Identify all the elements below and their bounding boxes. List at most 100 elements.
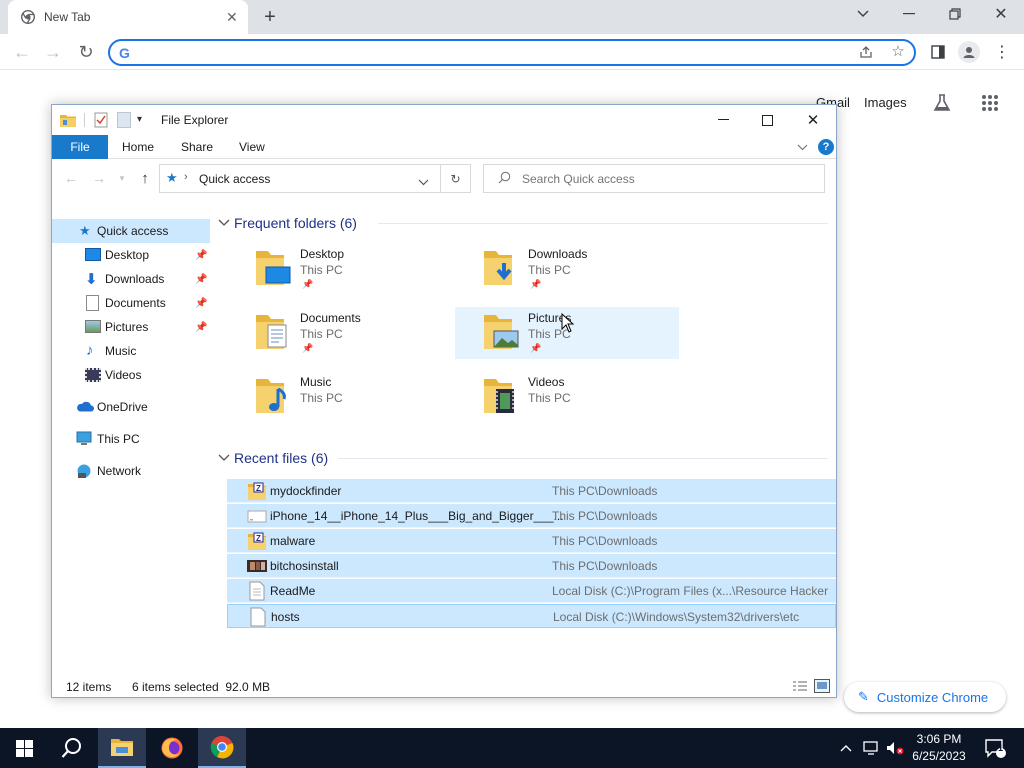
search-icon <box>498 171 512 185</box>
nav-item-quick-access[interactable]: ★ Quick access <box>52 219 210 243</box>
nav-item-desktop[interactable]: Desktop 📌 <box>52 243 210 267</box>
file-location: This PC\Downloads <box>552 484 658 498</box>
new-tab-plus-icon[interactable]: + <box>259 6 281 28</box>
images-link[interactable]: Images <box>864 95 907 110</box>
large-icons-view-icon[interactable] <box>814 679 830 693</box>
forward-arrow-icon[interactable]: → <box>43 42 63 62</box>
network-icon <box>76 463 92 479</box>
nav-item-network[interactable]: Network <box>52 459 210 483</box>
share-icon[interactable] <box>857 43 875 61</box>
pin-icon: 📌 <box>195 249 208 261</box>
omnibox-input[interactable] <box>138 44 838 61</box>
address-bar[interactable]: ★ › Quick access <box>159 164 441 193</box>
omnibox[interactable]: G ☆ <box>108 39 916 66</box>
search-input[interactable] <box>522 171 812 187</box>
zip-folder-icon: Z <box>248 482 266 500</box>
ribbon-tab-home[interactable]: Home <box>122 135 154 159</box>
side-panel-icon[interactable] <box>928 42 948 62</box>
nav-item-this-pc[interactable]: This PC <box>52 427 210 451</box>
file-location: Local Disk (C:)\Windows\System32\drivers… <box>553 610 800 624</box>
ribbon-tab-file[interactable]: File <box>52 135 108 159</box>
reload-icon[interactable]: ↻ <box>76 42 96 62</box>
explorer-minimize-icon[interactable] <box>712 110 734 130</box>
explorer-close-icon[interactable]: ✕ <box>802 110 824 130</box>
bookmark-star-icon[interactable]: ☆ <box>889 42 907 60</box>
chrome-tab-bar: New Tab ✕ + ✕ <box>0 0 1024 34</box>
close-tab-icon[interactable]: ✕ <box>226 9 238 26</box>
folder-tile-documents[interactable]: Documents This PC 📌 <box>218 307 442 359</box>
group-divider <box>378 223 828 224</box>
recent-files-header[interactable]: Recent files (6) <box>218 447 328 469</box>
nav-label: Music <box>105 344 137 358</box>
nav-item-documents[interactable]: Documents 📌 <box>52 291 210 315</box>
refresh-icon[interactable]: ↻ <box>441 164 471 193</box>
tab-search-chevron-icon[interactable] <box>853 4 873 24</box>
taskbar-chrome-icon[interactable] <box>198 728 246 768</box>
search-box[interactable] <box>483 164 825 193</box>
nav-item-music[interactable]: ♪ Music <box>52 339 210 363</box>
chrome-menu-icon[interactable]: ⋮ <box>992 42 1012 62</box>
nav-item-pictures[interactable]: Pictures 📌 <box>52 315 210 339</box>
show-hidden-icons-chevron-icon[interactable] <box>836 728 856 768</box>
file-explorer-window: ▾ File Explorer ✕ File Home Share View ?… <box>51 104 837 698</box>
chrome-tab-new-tab[interactable]: New Tab ✕ <box>8 0 248 34</box>
volume-muted-icon[interactable] <box>884 728 906 768</box>
explorer-maximize-icon[interactable] <box>756 110 778 130</box>
taskbar-firefox-icon[interactable] <box>148 728 196 768</box>
recent-file-row[interactable]: Z mydockfinder This PC\Downloads <box>227 479 836 503</box>
nav-label: Documents <box>105 296 166 310</box>
documents-folder-icon <box>256 315 287 349</box>
ribbon-tab-view[interactable]: View <box>239 135 265 159</box>
collapse-chevron-icon[interactable] <box>218 454 230 462</box>
customize-chrome-button[interactable]: ✎ Customize Chrome <box>844 682 1006 712</box>
recent-file-row[interactable]: hosts Local Disk (C:)\Windows\System32\d… <box>227 604 836 628</box>
chrome-toolbar: ← → ↻ G ☆ ⋮ <box>0 34 1024 70</box>
recent-file-row[interactable]: bitchosinstall This PC\Downloads <box>227 554 836 578</box>
taskbar-search-icon[interactable] <box>50 728 94 768</box>
nav-forward-icon[interactable]: → <box>90 169 108 187</box>
folder-tile-desktop[interactable]: Desktop This PC 📌 <box>218 243 442 295</box>
details-view-icon[interactable] <box>792 680 808 694</box>
frequent-folders-header[interactable]: Frequent folders (6) <box>218 212 357 234</box>
file-name: bitchosinstall <box>270 559 339 573</box>
recent-file-row[interactable]: iPhone_14__iPhone_14_Plus___Big_and_Bigg… <box>227 504 836 528</box>
recent-file-row[interactable]: ReadMe Local Disk (C:)\Program Files (x.… <box>227 579 836 603</box>
network-tray-icon[interactable] <box>860 728 882 768</box>
restore-icon[interactable] <box>944 4 966 24</box>
folder-name: Music <box>300 375 332 389</box>
pin-icon: 📌 <box>302 279 314 289</box>
folder-tile-downloads[interactable]: Downloads This PC 📌 <box>446 243 670 295</box>
taskbar-clock[interactable]: 3:06 PM 6/25/2023 <box>904 731 974 765</box>
expand-ribbon-chevron-icon[interactable] <box>794 139 810 155</box>
recent-locations-chevron-icon[interactable]: ▾ <box>116 169 128 187</box>
ribbon-tab-share[interactable]: Share <box>181 135 213 159</box>
file-name: iPhone_14__iPhone_14_Plus___Big_and_Bigg… <box>270 509 564 523</box>
labs-flask-icon[interactable] <box>930 91 954 115</box>
nav-up-icon[interactable]: ↑ <box>136 169 154 187</box>
file-location: This PC\Downloads <box>552 534 658 548</box>
nav-back-icon[interactable]: ← <box>62 169 80 187</box>
properties-check-icon[interactable] <box>94 112 108 128</box>
nav-item-downloads[interactable]: ⬇ Downloads 📌 <box>52 267 210 291</box>
minimize-icon[interactable] <box>898 4 920 24</box>
folder-tile-music[interactable]: Music This PC <box>218 371 442 423</box>
close-window-icon[interactable]: ✕ <box>990 4 1012 24</box>
start-windows-icon[interactable] <box>0 728 48 768</box>
taskbar-file-explorer-icon[interactable] <box>98 728 146 768</box>
help-icon[interactable]: ? <box>818 139 834 155</box>
notifications-icon[interactable]: 1 <box>978 728 1012 768</box>
new-folder-icon[interactable] <box>117 112 131 128</box>
nav-item-videos[interactable]: Videos <box>52 363 210 387</box>
address-dropdown-icon[interactable] <box>418 175 430 186</box>
qat-dropdown-icon[interactable]: ▾ <box>137 114 142 125</box>
profile-avatar-icon[interactable] <box>958 41 980 63</box>
back-arrow-icon[interactable]: ← <box>12 42 32 62</box>
address-text[interactable]: Quick access <box>199 172 270 186</box>
recent-files-heading: Recent files (6) <box>234 450 329 466</box>
nav-item-onedrive[interactable]: OneDrive <box>52 395 210 419</box>
folder-tile-videos[interactable]: Videos This PC <box>446 371 670 423</box>
folder-location: This PC <box>528 263 571 277</box>
google-apps-grid-icon[interactable] <box>978 91 1002 115</box>
recent-file-row[interactable]: Z malware This PC\Downloads <box>227 529 836 553</box>
collapse-chevron-icon[interactable] <box>218 219 230 227</box>
